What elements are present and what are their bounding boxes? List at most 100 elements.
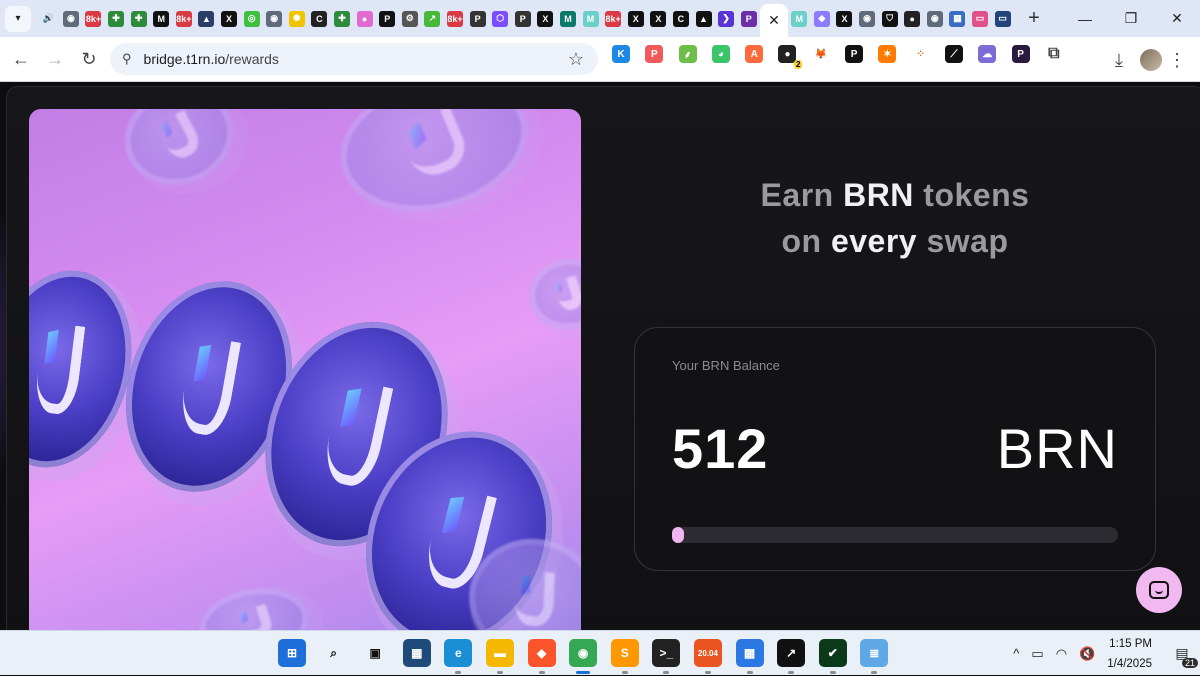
browser-tab[interactable]: 8k+ (602, 4, 625, 34)
browser-tab[interactable]: ● (353, 4, 376, 34)
browser-tab[interactable]: ◎ (240, 4, 263, 34)
file-explorer-icon[interactable]: ▬ (485, 639, 514, 674)
extension-badge: 2 (794, 60, 803, 69)
frog-extension-icon[interactable]: ◕ (711, 45, 730, 63)
address-text[interactable]: bridge.t1rn.io/rewards (144, 51, 279, 67)
running-indicator (871, 671, 878, 674)
close-tab-icon[interactable]: ✕ (768, 12, 780, 29)
browser-tab[interactable]: ❯ (715, 4, 738, 34)
bookmark-star-icon[interactable]: ☆ (568, 49, 584, 70)
task-view-icon[interactable]: ▣ (361, 639, 390, 667)
browser-tab[interactable]: P (376, 4, 399, 34)
windows-taskbar: ⊞ ⌕ ▣ ▦ e ▬ ◆ ◉ S >_ 20.04 ▦ ↗ ✔ ≣ ^ ▭ ◠ 🔇 1:15 PM 1/4… (0, 630, 1200, 675)
browser-tab[interactable]: M (788, 4, 811, 34)
browser-tab[interactable]: M (557, 4, 580, 34)
forward-button[interactable]: → (38, 42, 72, 76)
x-tab-icon: X (221, 10, 238, 27)
reload-button[interactable]: ↻ (72, 42, 106, 76)
chrome-icon[interactable]: ◉ (569, 639, 598, 674)
clock[interactable]: 1:15 PM 1/4/2025 (1107, 634, 1152, 674)
shield-check-icon[interactable]: ✔ (818, 639, 847, 674)
browser-tab[interactable]: P (511, 4, 534, 34)
browser-tab[interactable]: ✺ (286, 4, 309, 34)
browser-tab[interactable]: ● (901, 4, 924, 34)
edge-icon[interactable]: e (444, 639, 473, 674)
browser-tab[interactable]: ✚ (127, 4, 150, 34)
browser-tab[interactable]: ▭ (991, 4, 1014, 34)
badge-8k-tab-icon: 8k+ (85, 10, 102, 27)
browser-tab[interactable]: ◉ (856, 4, 879, 34)
dots-extension-icon[interactable]: ⁘ (911, 45, 930, 63)
browser-tab[interactable]: M (579, 4, 602, 34)
metamask-extension-icon[interactable]: 🦊 (811, 45, 830, 63)
battery-icon[interactable]: ▭ (1031, 646, 1043, 662)
download-icon[interactable]: ⤓ (1104, 45, 1134, 75)
pc-extension-icon[interactable]: P (845, 45, 864, 63)
restore-button[interactable]: ❐ (1108, 0, 1154, 37)
browser-tab[interactable]: 🔊 (37, 4, 60, 34)
browser-tab[interactable]: ◆ (811, 4, 834, 34)
slash-extension-icon[interactable]: ⟋ (944, 45, 963, 63)
browser-tab[interactable]: 8k+ (173, 4, 196, 34)
browser-tab[interactable]: ◉ (60, 4, 83, 34)
browser-tab[interactable]: ◉ (924, 4, 947, 34)
browser-tab[interactable]: 8k+ (444, 4, 467, 34)
browser-tab[interactable]: X (624, 4, 647, 34)
p-extension-icon[interactable]: P (645, 45, 664, 63)
back-button[interactable]: ← (4, 42, 38, 76)
cloud-extension-icon[interactable]: ☁ (978, 45, 997, 63)
extensions-puzzle-icon[interactable]: ⧉ (1045, 45, 1063, 63)
browser-tab[interactable]: X (647, 4, 670, 34)
start-icon[interactable]: ⊞ (278, 639, 306, 667)
site-info-icon[interactable]: ⚲ (122, 51, 132, 67)
notifications-button[interactable]: ▤ 21 (1170, 642, 1198, 668)
spark-extension-icon[interactable]: ✶ (878, 45, 897, 63)
chart-app-icon[interactable]: ↗ (777, 639, 806, 674)
sprout-extension-icon[interactable]: ⸙ (678, 45, 697, 63)
profile-avatar[interactable] (1140, 49, 1162, 71)
volume-muted-icon[interactable]: 🔇 (1079, 646, 1095, 662)
brave-icon[interactable]: ◆ (527, 639, 556, 674)
browser-tab[interactable]: ⚙ (399, 4, 422, 34)
browser-tab[interactable]: ▦ (946, 4, 969, 34)
store-icon[interactable]: ▦ (735, 639, 764, 674)
k-extension-icon[interactable]: K (612, 45, 630, 63)
browser-tab[interactable]: ↗ (421, 4, 444, 34)
sublime-icon[interactable]: S (610, 639, 639, 674)
browser-tab[interactable]: ⛉ (878, 4, 901, 34)
search-icon[interactable]: ⌕ (319, 639, 348, 667)
minimize-button[interactable]: — (1062, 0, 1108, 37)
browser-tab[interactable]: ▭ (969, 4, 992, 34)
browser-tab[interactable]: ⬡ (489, 4, 512, 34)
close-window-button[interactable]: ✕ (1154, 0, 1200, 37)
ubuntu-icon[interactable]: 20.04 (693, 639, 722, 674)
new-tab-button[interactable]: + (1020, 7, 1048, 30)
tab-search-button[interactable]: ▾ (5, 5, 31, 32)
browser-tab[interactable]: C (670, 4, 693, 34)
browser-tab[interactable]: P (737, 4, 760, 34)
active-tab[interactable]: ✕ (760, 4, 788, 37)
browser-tab[interactable]: ▲ (195, 4, 218, 34)
chat-support-button[interactable] (1136, 567, 1182, 613)
p-purple-extension-icon[interactable]: P (1011, 45, 1030, 63)
browser-tab[interactable]: ▲ (692, 4, 715, 34)
menu-kebab-icon[interactable]: ⋮ (1162, 50, 1192, 71)
shield-extension-icon[interactable]: ● 2 (778, 45, 803, 69)
browser-tab[interactable]: X (833, 4, 856, 34)
notepad-icon[interactable]: ≣ (860, 639, 889, 674)
browser-tab[interactable]: ✚ (331, 4, 354, 34)
terminal-icon[interactable]: >_ (652, 639, 681, 674)
browser-tab[interactable]: C (308, 4, 331, 34)
browser-tab[interactable]: X (218, 4, 241, 34)
address-bar[interactable]: ⚲ bridge.t1rn.io/rewards ☆ (110, 43, 598, 75)
a-extension-icon[interactable]: A (745, 45, 764, 63)
browser-tab[interactable]: 8k+ (82, 4, 105, 34)
wifi-icon[interactable]: ◠ (1056, 646, 1067, 662)
browser-tab[interactable]: M (150, 4, 173, 34)
tray-overflow-chevron-icon[interactable]: ^ (1013, 646, 1019, 661)
browser-tab[interactable]: P (466, 4, 489, 34)
browser-tab[interactable]: X (534, 4, 557, 34)
widgets-icon[interactable]: ▦ (402, 639, 431, 667)
browser-tab[interactable]: ◉ (263, 4, 286, 34)
browser-tab[interactable]: ✚ (105, 4, 128, 34)
